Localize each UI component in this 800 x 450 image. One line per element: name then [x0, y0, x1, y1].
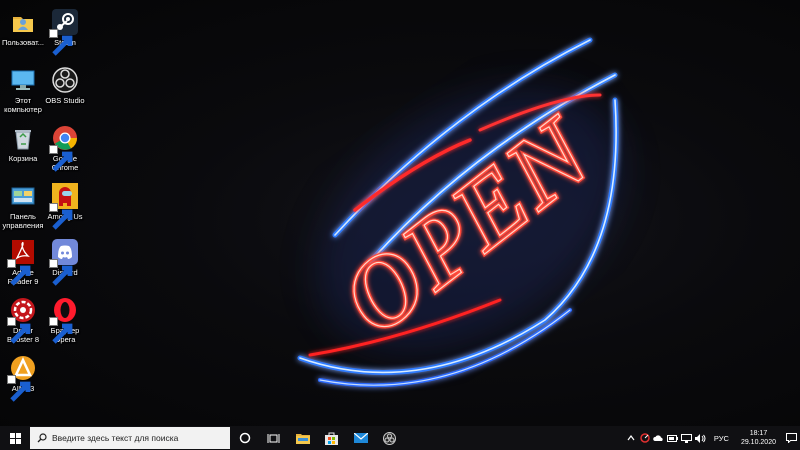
- driver-booster-icon: [7, 296, 37, 344]
- desktop-icon-label: OBS Studio: [45, 96, 85, 105]
- notification-icon: [785, 433, 797, 443]
- task-view-button[interactable]: [259, 426, 288, 450]
- among-us-icon: [49, 182, 79, 230]
- battery-icon: [667, 434, 679, 442]
- obs-studio-icon: [51, 66, 79, 94]
- tray-app-icon[interactable]: [638, 426, 652, 450]
- network-icon: [681, 433, 693, 443]
- mail-icon: [353, 433, 368, 443]
- obs-studio-icon: [383, 431, 396, 445]
- shortcut-arrow-icon: [49, 145, 73, 172]
- adobe-reader-icon: [7, 238, 37, 286]
- taskbar: РУС 18:17 29.10.2020: [0, 426, 800, 450]
- desktop: OPEN OPEN Пользоват... Steam Этот компью…: [0, 0, 800, 426]
- shortcut-arrow-icon: [49, 203, 73, 230]
- tray-battery-icon[interactable]: [666, 426, 680, 450]
- desktop-icon-opera[interactable]: Браузер Opera: [38, 296, 92, 344]
- notification-center-button[interactable]: [782, 426, 800, 450]
- desktop-icon-discord[interactable]: Discord: [38, 238, 92, 286]
- show-hidden-icons-button[interactable]: [624, 426, 638, 450]
- computer-icon: [9, 66, 37, 94]
- desktop-icon-steam[interactable]: Steam: [38, 8, 92, 56]
- desktop-icon-obs-studio[interactable]: OBS Studio: [38, 66, 92, 105]
- steam-icon: [49, 8, 79, 56]
- clock[interactable]: 18:17 29.10.2020: [735, 429, 782, 447]
- cortana-button[interactable]: [230, 426, 259, 450]
- shortcut-arrow-icon: [49, 317, 73, 344]
- chrome-icon: [49, 124, 79, 172]
- shortcut-arrow-icon: [49, 259, 73, 286]
- control-panel-icon: [9, 182, 37, 210]
- shortcut-arrow-icon: [7, 375, 31, 402]
- start-button[interactable]: [0, 426, 30, 450]
- tray-cloud-icon[interactable]: [652, 426, 666, 450]
- search-icon: [37, 433, 47, 443]
- desktop-icon-among-us[interactable]: Among Us: [38, 182, 92, 230]
- shortcut-arrow-icon: [49, 29, 73, 56]
- taskbar-obs-studio[interactable]: [375, 426, 404, 450]
- system-tray: РУС 18:17 29.10.2020: [624, 426, 800, 450]
- task-view-icon: [267, 433, 280, 443]
- aimp-icon: [7, 354, 37, 402]
- clock-date: 29.10.2020: [740, 439, 776, 446]
- speaker-icon: [695, 433, 706, 443]
- clock-time: 18:17: [749, 430, 768, 437]
- shortcut-arrow-icon: [7, 317, 31, 344]
- recycle-bin-icon: [9, 124, 37, 152]
- tray-volume-icon[interactable]: [694, 426, 708, 450]
- search-box[interactable]: [30, 427, 230, 449]
- red-circle-app-icon: [640, 433, 650, 443]
- onedrive-cloud-icon: [653, 434, 664, 441]
- search-input[interactable]: [52, 433, 230, 443]
- cortana-icon: [239, 432, 250, 444]
- microsoft-store-icon: [325, 432, 338, 445]
- windows-logo-icon: [9, 432, 21, 444]
- chevron-up-icon: [627, 435, 635, 441]
- taskbar-mail[interactable]: [346, 426, 375, 450]
- shortcut-arrow-icon: [7, 259, 31, 286]
- desktop-icon-aimp[interactable]: AIMP3: [0, 354, 50, 402]
- file-explorer-icon: [295, 434, 310, 444]
- taskbar-file-explorer[interactable]: [288, 426, 317, 450]
- input-language-indicator[interactable]: РУС: [708, 434, 735, 443]
- discord-icon: [49, 238, 79, 286]
- neon-open-sign-wallpaper: OPEN OPEN: [297, 37, 623, 388]
- desktop-icon-google-chrome[interactable]: Google Chrome: [38, 124, 92, 172]
- user-folder-icon: [9, 8, 37, 36]
- tray-network-icon[interactable]: [680, 426, 694, 450]
- taskbar-microsoft-store[interactable]: [317, 426, 346, 450]
- opera-icon: [49, 296, 79, 344]
